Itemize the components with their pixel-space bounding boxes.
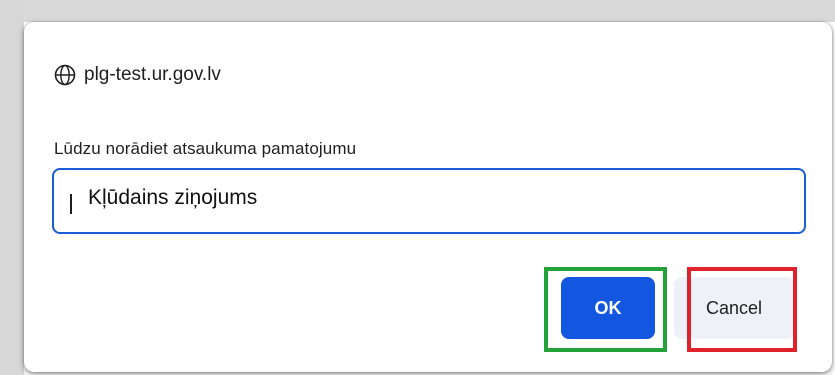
prompt-label: Lūdzu norādiet atsaukuma pamatojumu (54, 139, 357, 158)
origin-text: plg-test.ur.gov.lv (84, 64, 221, 85)
globe-icon (54, 64, 76, 86)
ok-button[interactable]: OK (561, 277, 655, 339)
text-caret (70, 194, 72, 214)
background-top-strip (0, 0, 835, 22)
reason-input[interactable]: Kļūdains ziņojums (52, 168, 806, 234)
prompt-dialog: plg-test.ur.gov.lv Lūdzu norādiet atsauk… (24, 22, 832, 372)
background-left-strip (0, 0, 24, 375)
cancel-highlight-frame (687, 267, 797, 352)
dialog-origin: plg-test.ur.gov.lv (54, 62, 221, 88)
reason-input-value: Kļūdains ziņojums (88, 186, 258, 209)
